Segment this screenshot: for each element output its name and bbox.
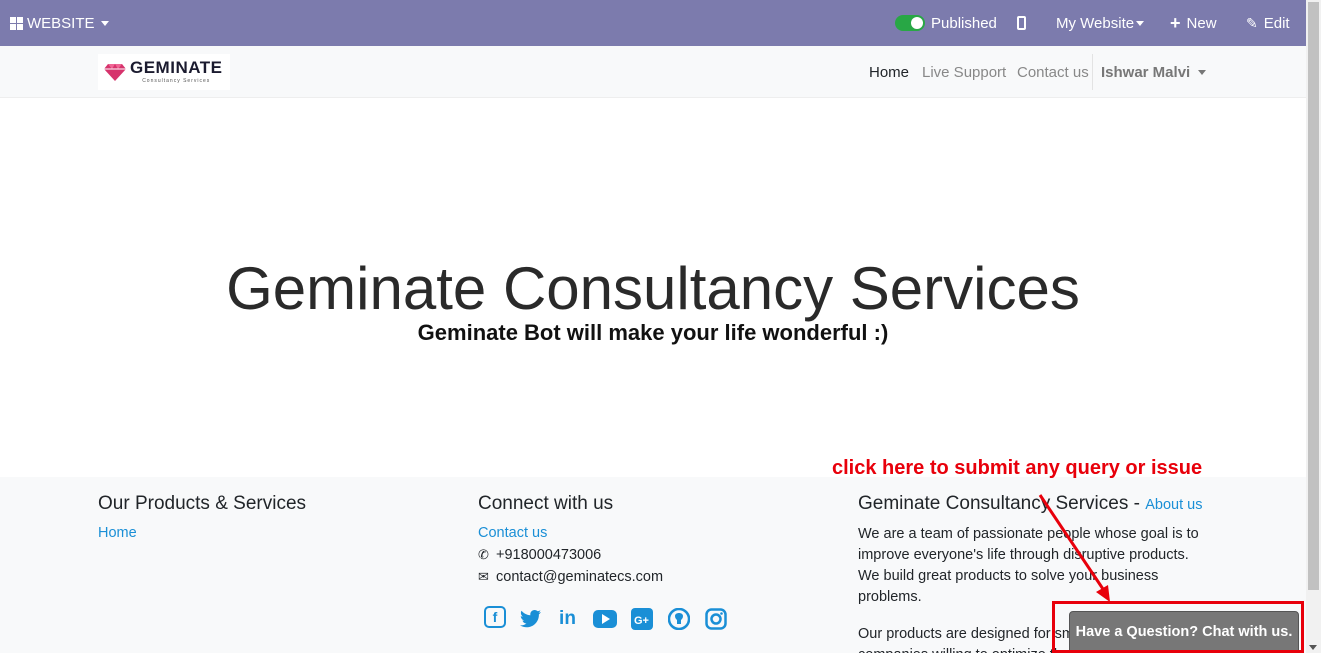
chevron-down-icon [1136, 20, 1145, 26]
annotation-highlight-box [1052, 601, 1304, 653]
site-logo[interactable]: GEMINATE Consultancy Services [98, 54, 230, 90]
footer-products-column: Our Products & Services Home [98, 493, 306, 544]
logo-text: GEMINATE [130, 58, 223, 77]
nav-link-contact-us[interactable]: Contact us [1017, 46, 1089, 98]
footer-products-title: Our Products & Services [98, 493, 307, 514]
footer-about-p1: We are a team of passionate people whose… [858, 526, 1199, 605]
logo-subtitle: Consultancy Services [142, 78, 211, 84]
footer-phone: ✆ +918000473006 [478, 544, 728, 566]
scrollbar-thumb[interactable] [1308, 2, 1319, 590]
svg-text:G+: G+ [634, 615, 649, 627]
footer-about-link[interactable]: About us [1145, 497, 1202, 513]
toggle-switch-icon [895, 15, 925, 31]
phone-number: +918000473006 [496, 547, 602, 563]
page-scrollbar[interactable] [1306, 0, 1321, 653]
annotation-text: click here to submit any query or issue [832, 457, 1203, 479]
nav-divider [1092, 54, 1093, 90]
instagram-icon[interactable] [703, 606, 728, 631]
published-label: Published [931, 14, 997, 32]
phone-icon: ✆ [478, 547, 489, 562]
edit-label: Edit [1263, 14, 1290, 32]
envelope-icon: ✉ [478, 569, 489, 584]
footer-connect-column: Connect with us Contact us ✆ +91800047300… [478, 493, 728, 631]
hero-subtitle: Geminate Bot will make your life wonderf… [417, 320, 889, 345]
footer-home-link[interactable]: Home [98, 523, 306, 544]
website-menu-label: WEBSITE [27, 14, 95, 32]
footer-connect-title: Connect with us [478, 493, 614, 514]
chevron-down-icon [1198, 69, 1207, 75]
youtube-icon[interactable] [592, 606, 617, 631]
facebook-icon[interactable]: f [484, 606, 506, 628]
mobile-icon [1017, 16, 1026, 30]
twitter-icon[interactable] [518, 606, 543, 631]
email-address[interactable]: contact@geminatecs.com [496, 569, 663, 585]
website-menu[interactable]: WEBSITE [10, 0, 109, 46]
github-icon[interactable] [666, 606, 691, 631]
google-plus-icon[interactable]: G+ [629, 606, 654, 631]
diamond-icon [104, 64, 126, 81]
user-name: Ishwar Malvi [1101, 63, 1191, 81]
user-menu[interactable]: Ishwar Malvi [1101, 46, 1207, 98]
footer-about-title: Geminate Consultancy Services - About us [858, 493, 1208, 516]
site-navbar: GEMINATE Consultancy Services Home Live … [0, 46, 1306, 98]
footer-email: ✉ contact@geminatecs.com [478, 566, 728, 588]
nav-link-home[interactable]: Home [869, 46, 909, 98]
new-label: New [1186, 14, 1217, 32]
published-toggle[interactable]: Published [895, 0, 997, 46]
chevron-down-icon [100, 20, 109, 26]
nav-link-live-support[interactable]: Live Support [922, 46, 1006, 98]
scroll-down-arrow-icon[interactable] [1309, 645, 1317, 650]
admin-bar: WEBSITE Published My Website + New ✎ Edi… [0, 0, 1306, 46]
plus-icon: + [1170, 12, 1181, 33]
apps-grid-icon [10, 16, 23, 30]
hero-title: Geminate Consultancy Services [226, 255, 1080, 322]
new-button[interactable]: + New [1170, 0, 1217, 46]
footer-about-separator: - [1128, 493, 1146, 514]
footer-about-title-text: Geminate Consultancy Services [858, 493, 1129, 514]
footer-contact-link[interactable]: Contact us [478, 523, 728, 544]
my-website-label: My Website [1056, 14, 1135, 32]
edit-button[interactable]: ✎ Edit [1246, 0, 1290, 46]
my-website-menu[interactable]: My Website [1056, 0, 1145, 46]
linkedin-icon[interactable]: in [555, 606, 580, 631]
mobile-preview-button[interactable] [1017, 0, 1026, 46]
social-links: f in G+ [484, 606, 728, 631]
pencil-icon: ✎ [1246, 14, 1258, 31]
